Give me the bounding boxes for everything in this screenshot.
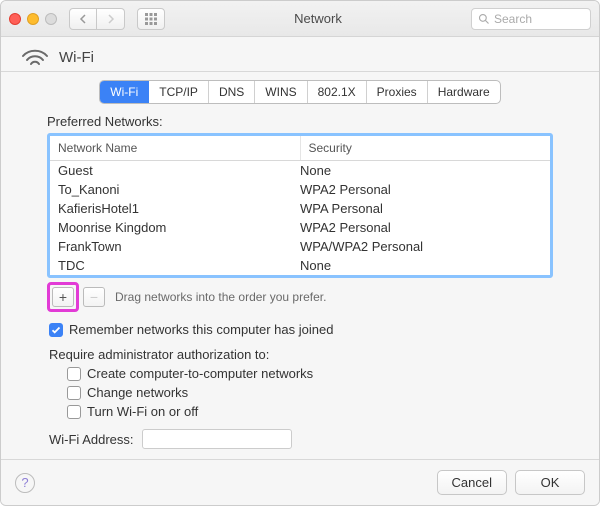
ok-button[interactable]: OK (515, 470, 585, 495)
column-security[interactable]: Security (301, 136, 551, 160)
require-admin-option: Create computer-to-computer networks (67, 366, 553, 381)
cell-network-name: TDC (58, 258, 300, 273)
table-row[interactable]: Moonrise KingdomWPA2 Personal (50, 218, 550, 237)
grid-icon (145, 13, 157, 25)
require-admin-option-label: Change networks (87, 385, 188, 400)
history-nav (69, 8, 125, 30)
wifi-address-label: Wi-Fi Address: (49, 432, 134, 447)
search-field[interactable]: Search (471, 8, 591, 30)
require-admin-option-label: Create computer-to-computer networks (87, 366, 313, 381)
tab-wi-fi[interactable]: Wi-Fi (100, 81, 149, 103)
cell-network-name: FrankTown (58, 239, 300, 254)
cell-security: None (300, 163, 542, 178)
require-admin-option-label: Turn Wi-Fi on or off (87, 404, 198, 419)
content-area: Preferred Networks: Network Name Securit… (1, 114, 599, 459)
table-row[interactable]: KafierisHotel1WPA Personal (50, 199, 550, 218)
wifi-address-field[interactable] (142, 429, 292, 449)
tab-proxies[interactable]: Proxies (367, 81, 428, 103)
require-admin-option: Turn Wi-Fi on or off (67, 404, 553, 419)
show-all-button[interactable] (137, 8, 165, 30)
tabs: Wi-FiTCP/IPDNSWINS802.1XProxiesHardware (1, 80, 599, 104)
require-admin-label: Require administrator authorization to: (49, 347, 553, 362)
window-controls (9, 13, 57, 25)
cell-network-name: Guest (58, 163, 300, 178)
table-row[interactable]: TDCNone (50, 256, 550, 275)
cancel-button[interactable]: Cancel (437, 470, 507, 495)
tab-tcp-ip[interactable]: TCP/IP (149, 81, 209, 103)
back-button[interactable] (69, 8, 97, 30)
require-admin-checkbox[interactable] (67, 405, 81, 419)
remember-checkbox[interactable] (49, 323, 63, 337)
network-preferences-window: Network Search Wi-Fi Wi-FiTCP/IPDNSWINS8… (0, 0, 600, 506)
check-icon (51, 325, 61, 335)
cell-security: WPA2 Personal (300, 220, 542, 235)
cell-network-name: To_Kanoni (58, 182, 300, 197)
cell-network-name: KafierisHotel1 (58, 201, 300, 216)
column-network-name[interactable]: Network Name (50, 136, 301, 160)
header-row: Wi-Fi (1, 37, 599, 72)
page-title: Wi-Fi (59, 49, 94, 66)
cell-security: WPA2 Personal (300, 182, 542, 197)
titlebar: Network Search (1, 1, 599, 37)
preferred-networks-table[interactable]: Network Name Security GuestNoneTo_Kanoni… (47, 133, 553, 278)
tab-hardware[interactable]: Hardware (428, 81, 500, 103)
cell-security: None (300, 258, 542, 273)
add-button-highlight: + (47, 282, 79, 312)
table-row[interactable]: GuestNone (50, 161, 550, 180)
add-remove-bar: + − Drag networks into the order you pre… (47, 282, 553, 312)
cell-security: WPA Personal (300, 201, 542, 216)
cell-network-name: Moonrise Kingdom (58, 220, 300, 235)
search-placeholder: Search (494, 12, 532, 26)
tab-802-1x[interactable]: 802.1X (308, 81, 367, 103)
remove-network-button[interactable]: − (83, 287, 105, 307)
remember-label: Remember networks this computer has join… (69, 322, 333, 337)
help-button[interactable]: ? (15, 473, 35, 493)
search-icon (478, 13, 490, 25)
chevron-left-icon (78, 14, 88, 24)
zoom-window-button (45, 13, 57, 25)
chevron-right-icon (106, 14, 116, 24)
preferred-networks-label: Preferred Networks: (47, 114, 553, 129)
remember-row: Remember networks this computer has join… (49, 322, 553, 337)
add-network-button[interactable]: + (52, 287, 74, 307)
footer: ? Cancel OK (1, 459, 599, 505)
minimize-window-button[interactable] (27, 13, 39, 25)
wifi-address-row: Wi-Fi Address: (49, 429, 553, 449)
forward-button[interactable] (97, 8, 125, 30)
require-admin-checkbox[interactable] (67, 386, 81, 400)
window-title: Network (173, 11, 463, 26)
cell-security: WPA/WPA2 Personal (300, 239, 542, 254)
wifi-icon (21, 47, 49, 67)
tab-wins[interactable]: WINS (255, 81, 307, 103)
require-admin-checkbox[interactable] (67, 367, 81, 381)
table-row[interactable]: FrankTownWPA/WPA2 Personal (50, 237, 550, 256)
drag-hint: Drag networks into the order you prefer. (115, 290, 326, 304)
table-header: Network Name Security (50, 136, 550, 161)
require-admin-option: Change networks (67, 385, 553, 400)
table-row[interactable]: To_KanoniWPA2 Personal (50, 180, 550, 199)
tab-dns[interactable]: DNS (209, 81, 255, 103)
close-window-button[interactable] (9, 13, 21, 25)
